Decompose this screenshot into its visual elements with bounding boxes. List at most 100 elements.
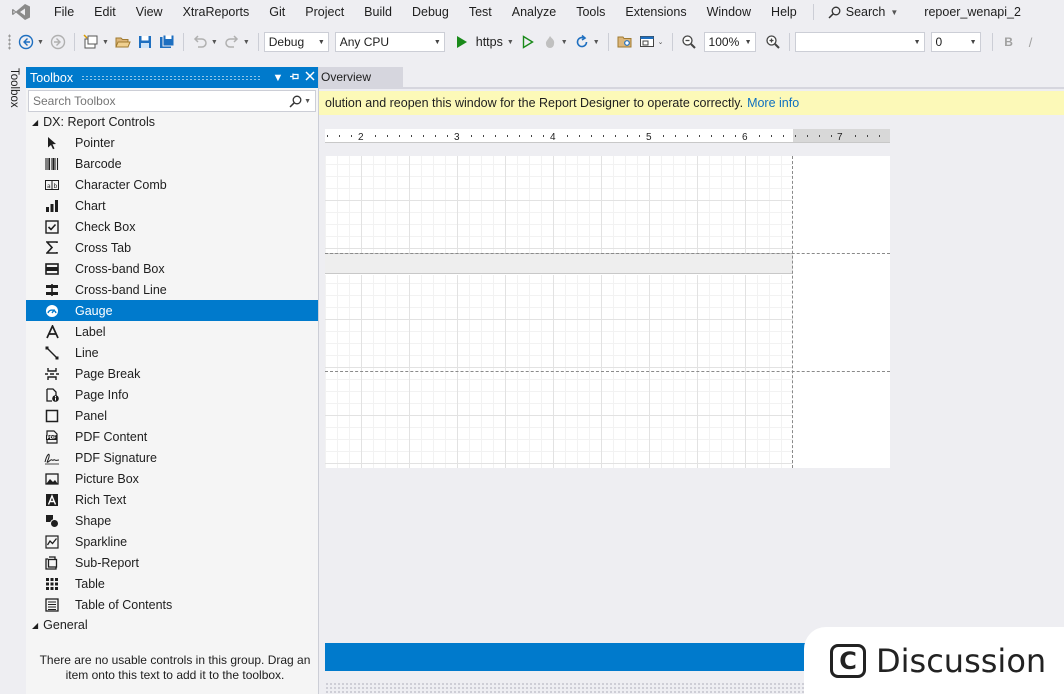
empty-group-note[interactable]: There are no usable controls in this gro… bbox=[34, 653, 316, 683]
toolbox-item-sub-report[interactable]: Sub-Report bbox=[26, 552, 318, 573]
toolbox-item-page-break[interactable]: Page Break bbox=[26, 363, 318, 384]
toolbox-item-gauge[interactable]: Gauge bbox=[26, 300, 318, 321]
toolbox-item-table-of-contents[interactable]: Table of Contents bbox=[26, 594, 318, 615]
font-name-select[interactable]: ▼ bbox=[794, 32, 925, 52]
chevron-down-icon[interactable]: ▼ bbox=[561, 39, 568, 46]
new-project-button[interactable] bbox=[81, 32, 101, 52]
toolbar-separator bbox=[671, 33, 673, 51]
toolbox-item-sparkline[interactable]: Sparkline bbox=[26, 531, 318, 552]
start-debugging-button[interactable] bbox=[452, 32, 472, 52]
hot-reload-button[interactable] bbox=[540, 32, 560, 52]
search-label: Search bbox=[845, 5, 886, 19]
toolbox-side-tab[interactable]: Toolbox bbox=[8, 68, 20, 108]
toolbox-item-barcode[interactable]: Barcode bbox=[26, 153, 318, 174]
search-icon[interactable]: ▼ bbox=[289, 95, 311, 108]
zoom-out-button[interactable] bbox=[679, 32, 699, 52]
menu-file[interactable]: File bbox=[44, 1, 84, 23]
chevron-down-icon[interactable]: ▼ bbox=[593, 39, 600, 46]
toolbox-search-input[interactable] bbox=[33, 94, 263, 108]
label-icon bbox=[44, 324, 60, 340]
menu-tools[interactable]: Tools bbox=[566, 1, 615, 23]
navigate-forward-button[interactable] bbox=[48, 32, 68, 52]
solution-platform-select[interactable]: Any CPU ▼ bbox=[334, 32, 445, 52]
close-icon[interactable] bbox=[302, 71, 318, 84]
menu-analyze[interactable]: Analyze bbox=[502, 1, 566, 23]
report-explorer-button[interactable] bbox=[637, 32, 657, 52]
italic-button[interactable]: / bbox=[1021, 32, 1041, 52]
chevron-down-icon[interactable]: ⌄ bbox=[658, 38, 664, 46]
toolbox-item-pdf-signature[interactable]: PDF Signature bbox=[26, 447, 318, 468]
menu-help[interactable]: Help bbox=[761, 1, 807, 23]
menu-debug[interactable]: Debug bbox=[402, 1, 459, 23]
zoom-in-button[interactable] bbox=[763, 32, 783, 52]
toolbox-item-character-comb[interactable]: ab Character Comb bbox=[26, 174, 318, 195]
chevron-down-icon[interactable]: ▼ bbox=[211, 39, 218, 46]
visual-studio-logo-icon[interactable] bbox=[10, 3, 32, 21]
menu-project[interactable]: Project bbox=[295, 1, 354, 23]
font-size-select[interactable]: 0 ▼ bbox=[930, 32, 981, 52]
menu-test[interactable]: Test bbox=[459, 1, 502, 23]
search-menu-button[interactable]: Search ▼ bbox=[820, 5, 907, 19]
band-header-strip[interactable] bbox=[325, 253, 793, 274]
toolbox-item-cross-tab[interactable]: Cross Tab bbox=[26, 237, 318, 258]
toolbox-group-report-controls[interactable]: ◢ DX: Report Controls bbox=[26, 112, 318, 132]
character-comb-icon: ab bbox=[44, 177, 60, 193]
window-position-dropdown-icon[interactable]: ▼ bbox=[270, 72, 286, 84]
toolbox-title-bar[interactable]: Toolbox ▼ bbox=[26, 67, 318, 88]
tab-overview[interactable]: Overview bbox=[319, 67, 403, 87]
bold-button[interactable]: B bbox=[999, 32, 1019, 52]
save-all-button[interactable] bbox=[157, 32, 177, 52]
toolbox-item-cross-band-line[interactable]: Cross-band Line bbox=[26, 279, 318, 300]
toolbox-item-pdf-content[interactable]: PDF PDF Content bbox=[26, 426, 318, 447]
refresh-button[interactable] bbox=[572, 32, 592, 52]
page-break-icon bbox=[44, 366, 60, 382]
toolbox-item-shape[interactable]: Shape bbox=[26, 510, 318, 531]
navigate-back-button[interactable] bbox=[16, 32, 36, 52]
menu-extensions[interactable]: Extensions bbox=[615, 1, 696, 23]
pin-icon[interactable] bbox=[286, 71, 302, 85]
toolbox-item-page-info[interactable]: Page Info bbox=[26, 384, 318, 405]
menu-build[interactable]: Build bbox=[354, 1, 402, 23]
zoom-select[interactable]: 100% ▼ bbox=[703, 32, 756, 52]
menu-edit[interactable]: Edit bbox=[84, 1, 126, 23]
sparkline-icon bbox=[44, 534, 60, 550]
field-list-button[interactable] bbox=[615, 32, 635, 52]
horizontal-ruler[interactable]: 2 3 4 5 6 7 bbox=[325, 129, 890, 143]
menu-window[interactable]: Window bbox=[697, 1, 761, 23]
chevron-down-icon[interactable]: ▼ bbox=[102, 39, 109, 46]
undo-button[interactable] bbox=[190, 32, 210, 52]
toolbox-item-check-box[interactable]: Check Box bbox=[26, 216, 318, 237]
toolbox-item-panel[interactable]: Panel bbox=[26, 405, 318, 426]
toolbox-item-line[interactable]: Line bbox=[26, 342, 318, 363]
toolbox-item-picture-box[interactable]: Picture Box bbox=[26, 468, 318, 489]
toolbox-item-rich-text[interactable]: Rich Text bbox=[26, 489, 318, 510]
more-info-link[interactable]: More info bbox=[747, 96, 799, 110]
menu-git[interactable]: Git bbox=[259, 1, 295, 23]
toolbox-search-box[interactable]: ▼ bbox=[28, 90, 316, 112]
start-without-debugging-button[interactable] bbox=[518, 32, 538, 52]
chevron-down-icon[interactable]: ▼ bbox=[243, 39, 250, 46]
solution-name: repoer_wenapi_2 bbox=[924, 5, 1021, 19]
toolbox-item-cross-band-box[interactable]: Cross-band Box bbox=[26, 258, 318, 279]
report-band-top[interactable] bbox=[325, 156, 793, 253]
ruler-tick bbox=[867, 135, 868, 137]
menu-xtrareports[interactable]: XtraReports bbox=[173, 1, 260, 23]
solution-configuration-select[interactable]: Debug ▼ bbox=[263, 32, 329, 52]
toolbar-grip[interactable] bbox=[8, 34, 11, 50]
report-design-surface[interactable] bbox=[325, 156, 890, 468]
save-button[interactable] bbox=[135, 32, 155, 52]
chevron-down-icon[interactable]: ▼ bbox=[37, 39, 44, 46]
redo-button[interactable] bbox=[222, 32, 242, 52]
ruler-label-5: 5 bbox=[646, 132, 652, 143]
toolbox-group-general[interactable]: ◢ General bbox=[26, 615, 318, 635]
toolbox-item-chart[interactable]: Chart bbox=[26, 195, 318, 216]
chevron-down-icon[interactable]: ▼ bbox=[507, 39, 514, 46]
toolbox-item-pointer[interactable]: Pointer bbox=[26, 132, 318, 153]
menu-view[interactable]: View bbox=[126, 1, 173, 23]
toolbox-item-label[interactable]: Label bbox=[26, 321, 318, 342]
new-project-icon bbox=[83, 34, 98, 49]
toolbox-item-table[interactable]: Table bbox=[26, 573, 318, 594]
run-target-label[interactable]: https bbox=[476, 35, 503, 49]
ruler-tick bbox=[543, 135, 544, 137]
open-file-button[interactable] bbox=[113, 32, 133, 52]
